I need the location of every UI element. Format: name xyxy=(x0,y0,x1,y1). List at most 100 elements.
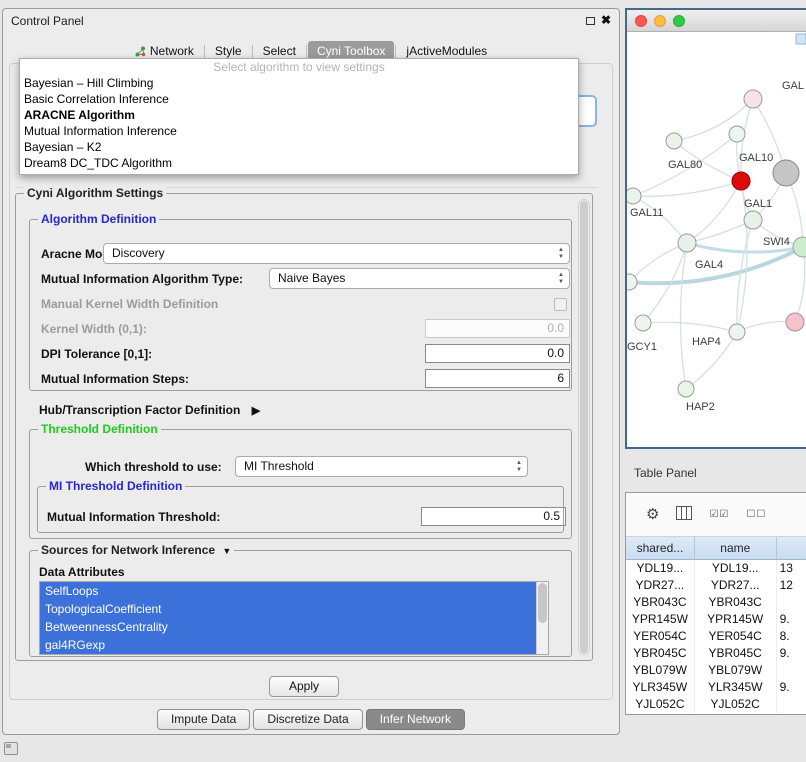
tab-divider xyxy=(204,45,205,58)
network-node-gal80n[interactable] xyxy=(666,133,682,149)
network-edge[interactable] xyxy=(680,243,687,389)
menu-item-bayesian-hill-climbing[interactable]: Bayesian – Hill Climbing xyxy=(20,75,578,91)
menu-item-aracne-algorithm[interactable]: ARACNE Algorithm xyxy=(20,107,578,123)
table-cell: 8. xyxy=(777,628,806,645)
column-chooser-icon[interactable] xyxy=(676,506,692,523)
list-item-topologicalcoefficient[interactable]: TopologicalCoefficient xyxy=(40,600,548,618)
table-header-row: shared...name xyxy=(626,537,806,560)
list-item-betweennesscentrality[interactable]: BetweennessCentrality xyxy=(40,618,548,636)
dock-panel-icon[interactable] xyxy=(4,742,18,755)
float-window-icon[interactable] xyxy=(586,17,595,25)
network-node-pinkTop[interactable] xyxy=(744,90,762,108)
sources-legend-text: Sources for Network Inference xyxy=(41,543,215,557)
node-label-hap2: HAP2 xyxy=(686,401,715,413)
menu-item-dream8-dc-tdc-algorithm[interactable]: Dream8 DC_TDC Algorithm xyxy=(20,155,578,171)
network-edge[interactable] xyxy=(687,181,741,243)
network-canvas-container[interactable]: GALGAL80GAL10GAL11GAL1SWI4GAL4GCY1HAP4HA… xyxy=(627,32,806,447)
mi-threshold-group: MI Threshold Definition xyxy=(37,486,564,533)
table-row[interactable]: YDL19...YDL19...13 xyxy=(626,560,806,577)
network-node-grayNode[interactable] xyxy=(773,160,799,186)
data-attributes-label: Data Attributes xyxy=(39,565,125,579)
network-node-gal11n[interactable] xyxy=(627,188,641,204)
menu-item-mutual-information-inference[interactable]: Mutual Information Inference xyxy=(20,123,578,139)
node-label-gal11: GAL11 xyxy=(630,207,663,219)
table-row[interactable]: YJL052CYJL052C xyxy=(626,696,806,713)
deselect-all-checks-icon[interactable]: ☐☐ xyxy=(746,510,766,520)
apply-button[interactable]: Apply xyxy=(269,676,339,697)
control-panel-window: Control Panel ✖ NetworkStyleSelectCyni T… xyxy=(2,8,620,735)
table-cell: YDL19... xyxy=(626,560,695,577)
table-row[interactable]: YER054CYER054C8. xyxy=(626,628,806,645)
network-node-paleTop[interactable] xyxy=(729,126,745,142)
bottom-tab-discretize-data[interactable]: Discretize Data xyxy=(253,709,362,730)
menu-item-basic-correlation-inference[interactable]: Basic Correlation Inference xyxy=(20,91,578,107)
network-icon xyxy=(135,46,146,57)
bottom-tab-impute-data[interactable]: Impute Data xyxy=(157,709,250,730)
tab-label: Style xyxy=(215,44,242,58)
close-icon[interactable]: ✖ xyxy=(601,13,611,27)
network-node-pink2[interactable] xyxy=(786,313,804,331)
network-edge[interactable] xyxy=(633,196,687,243)
network-edge[interactable] xyxy=(737,220,753,332)
list-item-gal4rgexp[interactable]: gal4RGexp xyxy=(40,636,548,654)
canvas-corner-widget[interactable] xyxy=(796,34,806,44)
table-row[interactable]: YPR145WYPR145W9. xyxy=(626,611,806,628)
cyni-settings-legend: Cyni Algorithm Settings xyxy=(24,186,166,200)
network-node-hap4n[interactable] xyxy=(729,324,745,340)
tab-label: jActiveModules xyxy=(406,44,487,58)
column-header-name[interactable]: name xyxy=(695,537,777,559)
network-titlebar[interactable] xyxy=(627,10,806,32)
table-row[interactable]: YLR345WYLR345W9. xyxy=(626,679,806,696)
table-cell: YJL052C xyxy=(695,696,777,713)
network-edge[interactable] xyxy=(629,243,687,282)
settings-scrollbar-thumb[interactable] xyxy=(580,201,588,653)
node-label-gal10: GAL10 xyxy=(739,152,773,164)
node-label-hap4: HAP4 xyxy=(692,336,721,348)
network-edge[interactable] xyxy=(795,247,805,322)
network-node-gal4n[interactable] xyxy=(678,234,696,252)
network-node-gal1n[interactable] xyxy=(744,211,762,229)
menu-item-bayesian-k2[interactable]: Bayesian – K2 xyxy=(20,139,578,155)
network-node-hap2n[interactable] xyxy=(678,381,694,397)
data-attributes-list[interactable]: SelfLoopsTopologicalCoefficientBetweenne… xyxy=(39,581,549,655)
table-row[interactable]: YBL079WYBL079W xyxy=(626,662,806,679)
table-cell: 9. xyxy=(777,645,806,662)
list-item-selfloops[interactable]: SelfLoops xyxy=(40,582,548,600)
tab-divider xyxy=(306,45,307,58)
network-node-leftPale[interactable] xyxy=(627,274,637,290)
list-scrollbar-thumb[interactable] xyxy=(538,583,547,623)
table-cell: YBL079W xyxy=(626,662,695,679)
zoom-traffic-light[interactable] xyxy=(673,15,685,27)
threshold-definition-legend: Threshold Definition xyxy=(38,422,161,436)
table-row[interactable]: YBR043CYBR043C xyxy=(626,594,806,611)
column-header-extra[interactable] xyxy=(777,537,806,559)
select-all-checks-icon[interactable]: ☑☑ xyxy=(709,510,729,520)
table-cell: 9. xyxy=(777,611,806,628)
node-label-gal4: GAL4 xyxy=(695,259,723,271)
table-cell: YLR345W xyxy=(626,679,695,696)
network-node-redNode[interactable] xyxy=(732,172,750,190)
table-cell xyxy=(777,594,806,611)
minimize-traffic-light[interactable] xyxy=(654,15,666,27)
network-node-gcy1n[interactable] xyxy=(635,315,651,331)
table-cell: YBR045C xyxy=(626,645,695,662)
close-traffic-light[interactable] xyxy=(635,15,647,27)
tab-divider xyxy=(395,45,396,58)
bottom-tab-infer-network[interactable]: Infer Network xyxy=(366,709,465,730)
control-panel-titlebar[interactable]: Control Panel ✖ xyxy=(3,9,619,33)
table-row[interactable]: YBR045CYBR045C9. xyxy=(626,645,806,662)
network-edge[interactable] xyxy=(643,322,737,332)
algorithm-menu-items: Bayesian – Hill ClimbingBasic Correlatio… xyxy=(20,75,578,171)
node-label-gal: GAL xyxy=(782,80,804,92)
data-attributes-items: SelfLoopsTopologicalCoefficientBetweenne… xyxy=(40,582,548,654)
table-cell: YBR043C xyxy=(626,594,695,611)
settings-scrollbar[interactable] xyxy=(578,199,590,655)
network-edge[interactable] xyxy=(687,220,753,243)
list-scrollbar[interactable] xyxy=(536,582,548,654)
sources-legend[interactable]: Sources for Network Inference ▼ xyxy=(38,543,234,557)
node-label-gal1: GAL1 xyxy=(744,198,772,210)
network-node-swi4n[interactable] xyxy=(793,237,806,257)
column-header-shared[interactable]: shared... xyxy=(626,537,695,559)
table-row[interactable]: YDR27...YDR27...12 xyxy=(626,577,806,594)
settings-gear-icon[interactable]: ⚙ xyxy=(646,507,659,522)
